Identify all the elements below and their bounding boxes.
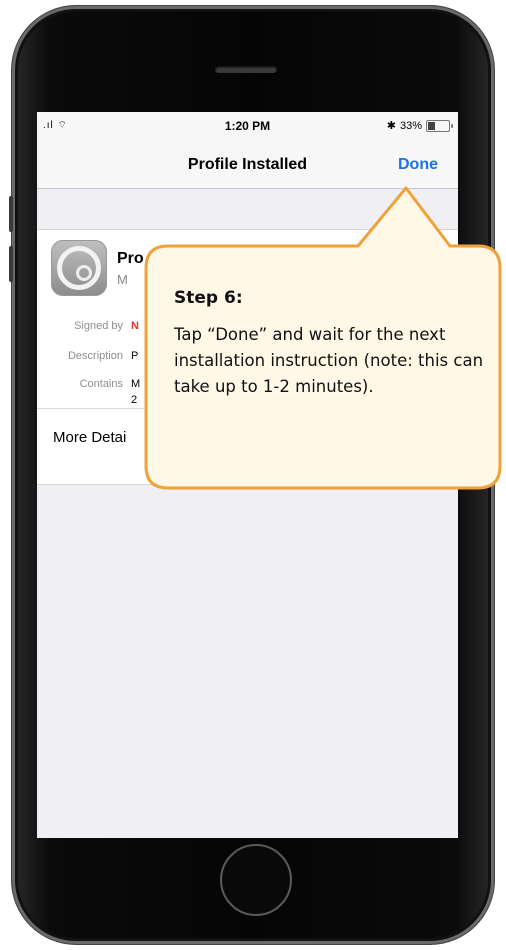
detail-value: 2 bbox=[131, 394, 138, 406]
detail-value: M bbox=[131, 378, 141, 390]
home-button[interactable] bbox=[220, 844, 292, 916]
detail-label: Description bbox=[67, 350, 123, 362]
volume-button bbox=[9, 246, 13, 282]
battery-fill bbox=[428, 121, 435, 130]
detail-label: Contains bbox=[79, 378, 123, 390]
bluetooth-icon: ✱ bbox=[386, 120, 396, 132]
more-details-label: More Detai bbox=[53, 429, 127, 446]
volume-button bbox=[9, 196, 13, 232]
page-title: Profile Installed bbox=[187, 156, 308, 173]
done-button[interactable]: Done bbox=[398, 156, 438, 174]
battery-icon bbox=[426, 119, 453, 132]
detail-value: N bbox=[131, 320, 139, 332]
screen: .ıl ⌔ 1:20 PM ✱ 33% Profile Installed Do… bbox=[37, 112, 458, 838]
profile-name: Pro bbox=[117, 250, 144, 267]
navigation-bar: Profile Installed Done bbox=[37, 140, 458, 189]
callout-text: Step 6: Tap “Done” and wait for the next… bbox=[174, 288, 494, 400]
more-details-row[interactable]: More Detai bbox=[37, 408, 458, 467]
detail-value: P bbox=[131, 350, 139, 362]
detail-label: Signed by bbox=[74, 320, 123, 332]
step-instructions: Tap “Done” and wait for the next install… bbox=[174, 325, 484, 396]
battery-percent: 33% bbox=[399, 119, 422, 132]
profile-subtitle: M bbox=[117, 272, 128, 287]
gear-ring bbox=[57, 246, 101, 290]
settings-gear-icon bbox=[51, 240, 107, 296]
status-right: ✱ 33% bbox=[386, 119, 453, 132]
step-title: Step 6: bbox=[174, 288, 243, 308]
status-bar: .ıl ⌔ 1:20 PM ✱ 33% bbox=[37, 112, 458, 140]
earpiece-speaker bbox=[215, 66, 277, 73]
gear-hub bbox=[76, 265, 92, 281]
